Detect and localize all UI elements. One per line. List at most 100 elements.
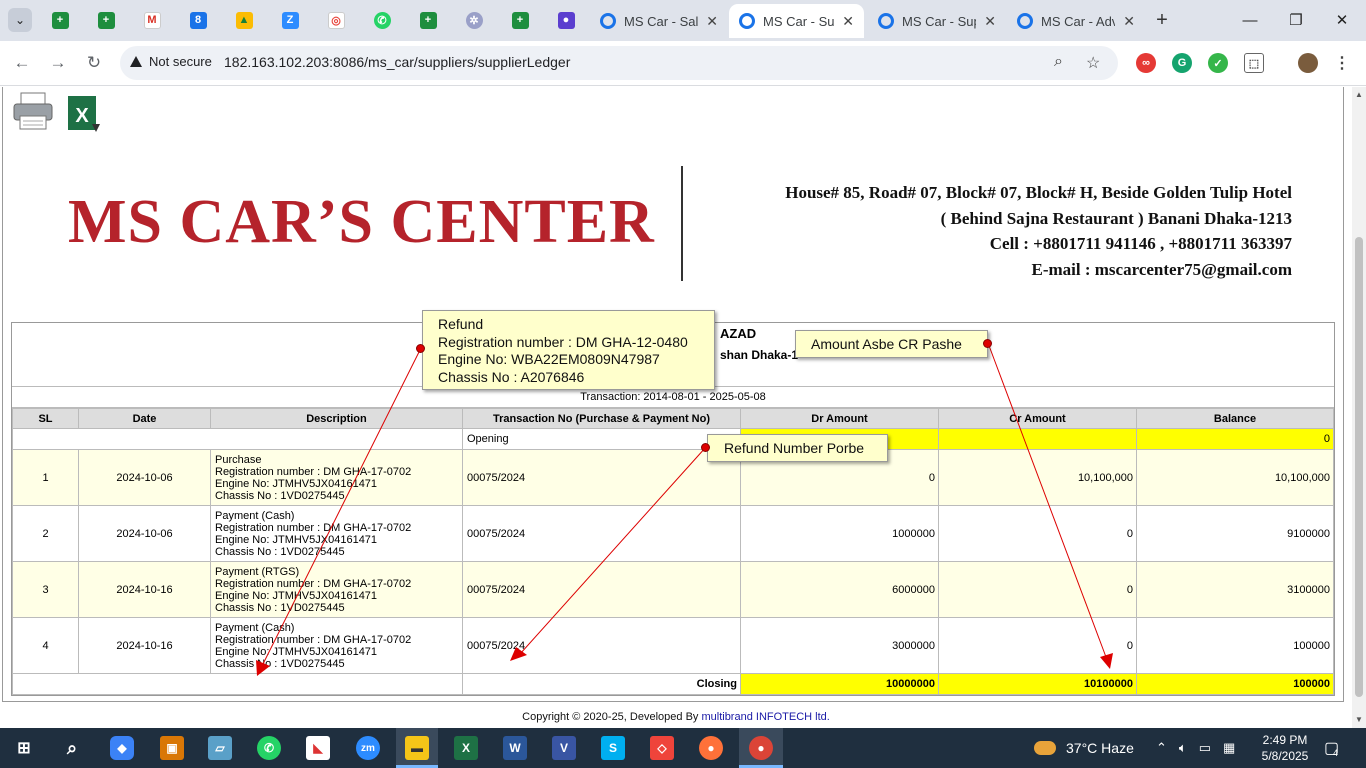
table-cell	[12, 428, 463, 450]
tab-ms-car-sale[interactable]: MS Car - Sale ✕	[590, 4, 728, 38]
close-icon[interactable]: ✕	[842, 13, 854, 30]
url-text[interactable]: 182.163.102.203:8086/ms_car/suppliers/su…	[224, 54, 570, 70]
start-icon[interactable]: ⊞	[12, 736, 36, 760]
tab-strip: ⌄ + + M 8 ▲ Z ◎ ✆ + ✲ + ● MS Car - Sale …	[0, 0, 1366, 41]
drive-icon[interactable]: ▲	[232, 8, 256, 32]
cr-cell: 0	[938, 505, 1137, 562]
footer: Copyright © 2020-25, Developed By multib…	[0, 711, 1352, 723]
menu-kebab-icon[interactable]: ⋮	[1332, 53, 1352, 73]
battery-icon[interactable]: ▭	[1199, 740, 1211, 756]
minimize-icon[interactable]: —	[1238, 8, 1262, 32]
description-cell: Payment (Cash) Registration number : DM …	[210, 617, 463, 674]
forward-icon[interactable]: →	[46, 51, 70, 75]
excel-icon[interactable]: X	[454, 736, 478, 760]
sheets-icon[interactable]: +	[508, 8, 532, 32]
table-row: 3 2024-10-16 Payment (RTGS) Registration…	[12, 561, 1334, 618]
notification-center[interactable]: ▢ 4	[1324, 728, 1339, 768]
tab-search-icon[interactable]: ⌄	[8, 8, 32, 32]
zoom-icon[interactable]: zm	[356, 736, 380, 760]
zoom-magnifier-icon[interactable]: ⌕	[1054, 53, 1063, 71]
app-icon[interactable]: ◎	[324, 8, 348, 32]
tab-title: MS Car - Sup	[763, 13, 835, 29]
word-icon[interactable]: W	[503, 736, 527, 760]
calendar-icon[interactable]: 8	[186, 8, 210, 32]
desc-line: Registration number : DM GHA-17-0702	[215, 577, 412, 590]
address-bar[interactable]: Not secure 182.163.102.203:8086/ms_car/s…	[120, 46, 1118, 80]
svg-text:X: X	[75, 105, 89, 127]
dr-cell: 1000000	[740, 505, 939, 562]
printer-icon[interactable]	[12, 91, 54, 131]
clock[interactable]: 2:49 PM 5/8/2025	[1255, 728, 1315, 768]
tab-ms-car-supplier[interactable]: MS Car - Sup ✕	[868, 4, 1006, 38]
zoom-icon[interactable]: Z	[278, 8, 302, 32]
closing-cr: 10100000	[938, 673, 1137, 695]
app-icon[interactable]: ◣	[306, 736, 330, 760]
close-icon[interactable]: ✕	[984, 13, 996, 30]
table-header-row: SL Date Description Transaction No (Purc…	[12, 408, 1334, 429]
scroll-down-icon[interactable]: ▼	[1355, 715, 1363, 724]
whatsapp-icon[interactable]: ✆	[370, 8, 394, 32]
whatsapp-icon[interactable]: ✆	[257, 736, 281, 760]
close-window-icon[interactable]: ✕	[1330, 8, 1354, 32]
date-cell: 2024-10-16	[78, 561, 211, 618]
closing-dr: 10000000	[740, 673, 939, 695]
desc-line: Chassis No : 1VD0275445	[215, 601, 345, 614]
extensions-icon[interactable]: ⬚	[1244, 53, 1264, 73]
column-header: Balance	[1136, 408, 1334, 429]
restore-icon[interactable]: ❐	[1284, 8, 1308, 32]
header-divider	[681, 166, 683, 281]
scroll-thumb[interactable]	[1355, 237, 1363, 697]
bookmark-star-icon[interactable]: ☆	[1086, 53, 1100, 73]
podcast-icon[interactable]: ●	[554, 8, 578, 32]
desc-line: Payment (Cash)	[215, 509, 295, 522]
grammarly-icon[interactable]: G	[1172, 53, 1192, 73]
sheets-icon[interactable]: +	[416, 8, 440, 32]
skype-icon[interactable]: S	[601, 736, 625, 760]
gmail-icon[interactable]: M	[140, 8, 164, 32]
sheets-icon[interactable]: +	[94, 8, 118, 32]
cr-cell: 0	[938, 561, 1137, 618]
desc-line: Payment (Cash)	[215, 621, 295, 634]
close-icon[interactable]: ✕	[1123, 13, 1135, 30]
excel-export-icon[interactable]: X	[66, 94, 102, 136]
developer-link[interactable]: multibrand INFOTECH ltd.	[701, 711, 829, 723]
chrome-icon[interactable]: ●	[749, 736, 773, 760]
page-scrollbar[interactable]: ▲ ▼	[1352, 87, 1366, 728]
close-icon[interactable]: ✕	[706, 13, 718, 30]
tab-ms-car-supplier-active[interactable]: MS Car - Sup ✕	[729, 4, 864, 38]
copilot-icon[interactable]: ◆	[110, 736, 134, 760]
profile-avatar[interactable]	[1298, 53, 1318, 73]
scroll-up-icon[interactable]: ▲	[1355, 90, 1363, 99]
reload-icon[interactable]: ↻	[82, 51, 106, 75]
new-tab-button[interactable]: +	[1150, 8, 1174, 32]
settings-app-icon[interactable]: ✲	[462, 8, 486, 32]
visio-icon[interactable]: V	[552, 736, 576, 760]
app-icon[interactable]: ▱	[208, 736, 232, 760]
file-explorer-icon[interactable]: ▬	[405, 736, 429, 760]
vpn-extension-icon[interactable]: ✓	[1208, 53, 1228, 73]
volume-icon[interactable]: 🔈︎	[1179, 740, 1187, 756]
callout-anchor-dot	[701, 443, 710, 452]
table-cell	[12, 673, 463, 695]
table-row: 2 2024-10-06 Payment (Cash) Registration…	[12, 505, 1334, 562]
app-icon[interactable]: ▣	[160, 736, 184, 760]
network-icon[interactable]: ▦	[1223, 740, 1235, 756]
dr-cell: 6000000	[740, 561, 939, 618]
back-icon[interactable]: ←	[10, 51, 34, 75]
column-header: Description	[210, 408, 463, 429]
gear-icon	[600, 13, 616, 29]
closing-balance: 100000	[1136, 673, 1334, 695]
desc-line: Engine No: JTMHV5JX04161471	[215, 477, 378, 490]
search-icon[interactable]: ⌕	[60, 736, 84, 760]
weather-widget[interactable]: 37°C Haze	[1034, 728, 1134, 768]
firefox-icon[interactable]: ●	[699, 736, 723, 760]
tab-ms-car-advance[interactable]: MS Car - Adv ✕	[1007, 4, 1145, 38]
callout-anchor-dot	[416, 344, 425, 353]
chevron-up-icon[interactable]: ⌃	[1156, 740, 1167, 756]
weather-text: 37°C Haze	[1066, 740, 1134, 756]
pdf-extension-icon[interactable]: ∞	[1136, 53, 1156, 73]
security-indicator[interactable]: Not secure	[130, 54, 212, 69]
txn-cell: 00075/2024	[462, 561, 741, 618]
anydesk-icon[interactable]: ◇	[650, 736, 674, 760]
sheets-icon[interactable]: +	[48, 8, 72, 32]
